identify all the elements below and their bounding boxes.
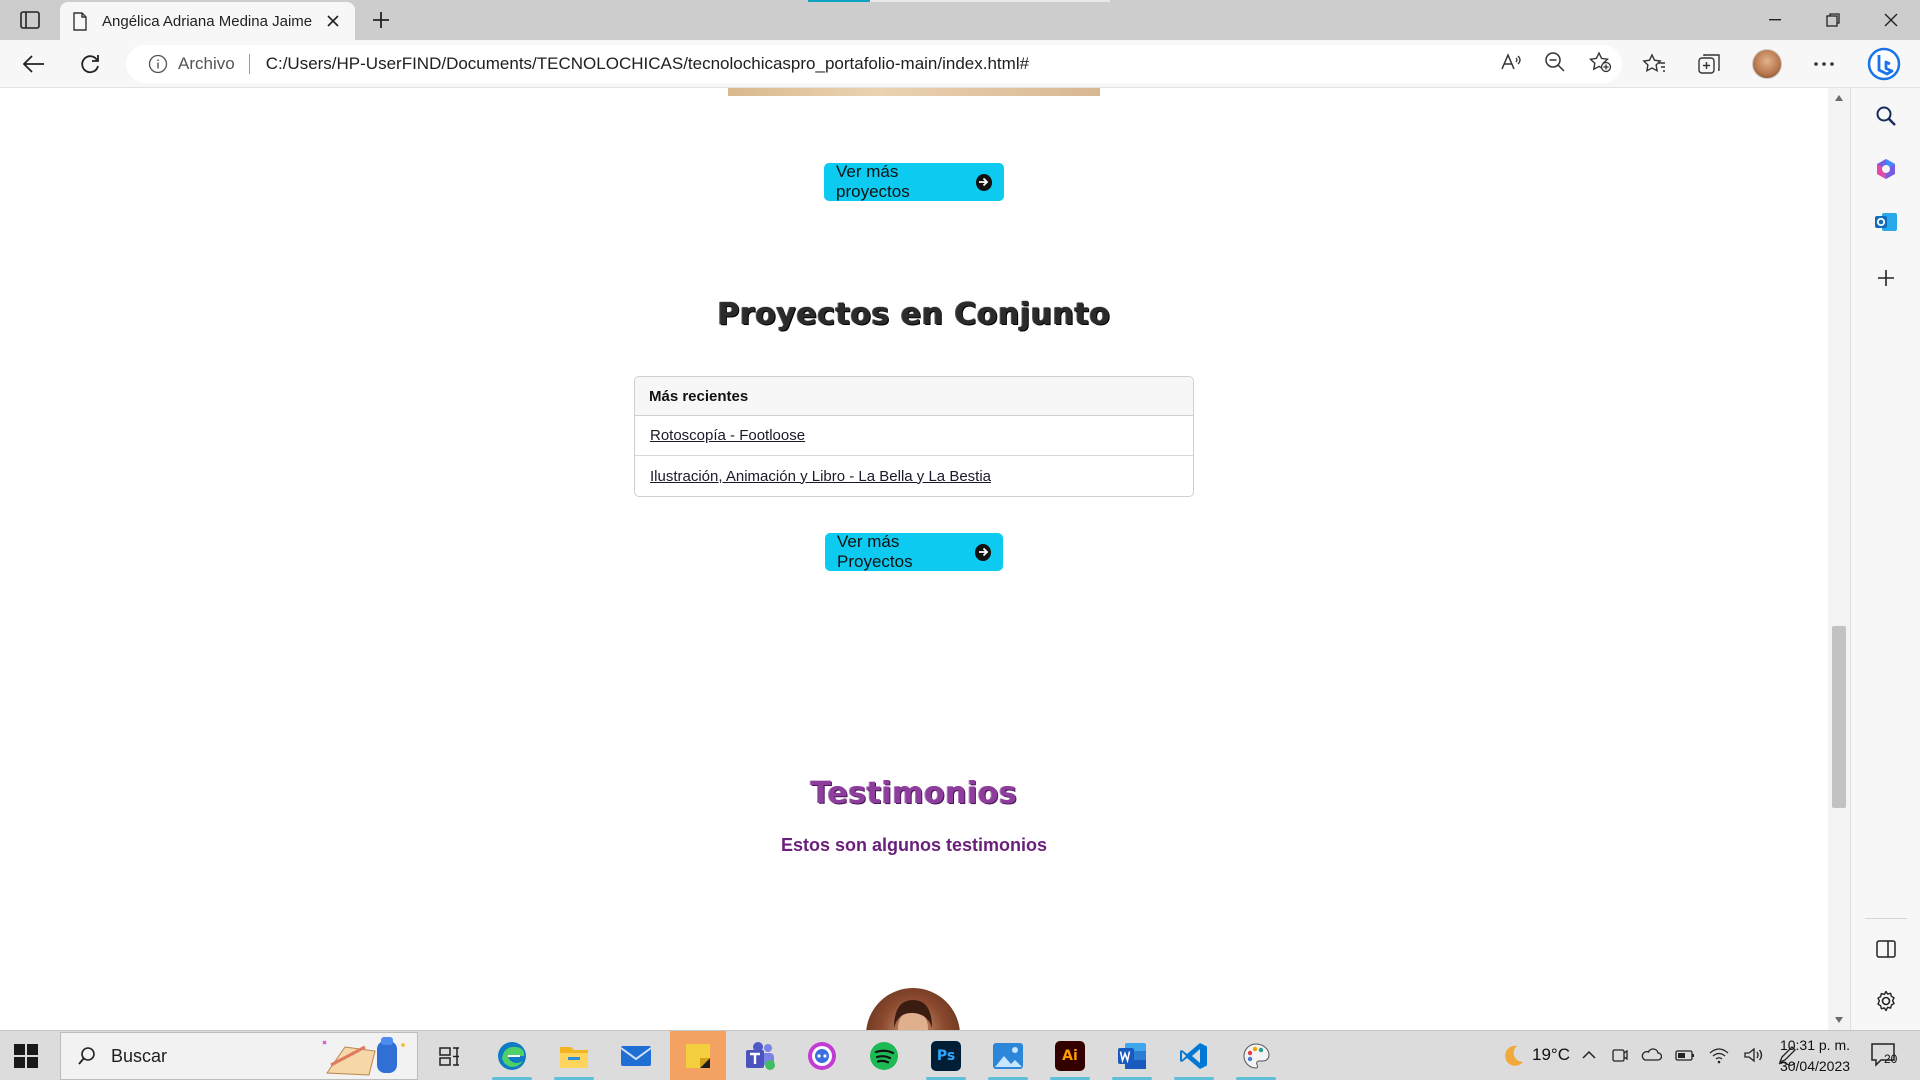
favorites-icon[interactable]: [1640, 50, 1668, 78]
paint-app-icon[interactable]: [1228, 1031, 1284, 1080]
testimonials-subtitle: Estos son algunos testimonios: [780, 835, 1048, 855]
address-bar[interactable]: Archivo C:/Users/HP-UserFIND/Documents/T…: [126, 45, 1622, 83]
search-placeholder: Buscar: [111, 1045, 168, 1066]
add-favorite-icon[interactable]: [1588, 50, 1612, 78]
more-projects-button-2-label: Ver más Proyectos: [837, 532, 913, 571]
page-viewport: Ver más proyectos Proyectos en Conjunto …: [0, 88, 1828, 1030]
sticky-notes-app-icon[interactable]: [670, 1031, 726, 1080]
spotify-app-icon[interactable]: [856, 1031, 912, 1080]
illustrator-app-icon[interactable]: Ai: [1042, 1031, 1098, 1080]
wifi-icon[interactable]: [1708, 1043, 1730, 1072]
close-window-icon[interactable]: [1862, 0, 1920, 40]
scroll-down-arrow-icon[interactable]: [1835, 1017, 1843, 1023]
project-link-bella-bestia[interactable]: Ilustración, Animación y Libro - La Bell…: [650, 468, 991, 485]
mail-app-icon[interactable]: [608, 1031, 664, 1080]
meet-now-icon[interactable]: [1610, 1043, 1628, 1072]
teams-app-icon[interactable]: [732, 1031, 788, 1080]
tab-strip-accent-light: [870, 0, 1110, 2]
list-item: Ilustración, Animación y Libro - La Bell…: [635, 456, 1193, 496]
file-explorer-icon[interactable]: [546, 1031, 602, 1080]
browser-tab[interactable]: Angélica Adriana Medina Jaime |: [60, 2, 355, 40]
tray-icons: [1580, 1043, 1798, 1072]
back-arrow-icon[interactable]: [20, 50, 48, 78]
task-view-icon[interactable]: [422, 1031, 478, 1080]
recent-projects-list: Más recientes Rotoscopía - Footloose Ilu…: [634, 376, 1194, 497]
arrow-circle-right-icon: [975, 173, 992, 191]
edge-sidebar: [1850, 88, 1920, 1030]
list-header: Más recientes: [635, 377, 1193, 416]
read-aloud-icon[interactable]: [1500, 52, 1522, 77]
vscode-app-icon[interactable]: [1166, 1031, 1222, 1080]
photos-app-icon[interactable]: [980, 1031, 1036, 1080]
more-projects-button[interactable]: Ver más proyectos: [824, 162, 1004, 201]
new-tab-icon[interactable]: [368, 7, 394, 33]
windows-taskbar: Buscar Ps Ai 19°C 10:31 p. m. 30/04/2023…: [0, 1030, 1920, 1080]
search-icon: [78, 1047, 95, 1065]
collections-icon[interactable]: [1696, 50, 1724, 78]
onedrive-cloud-icon[interactable]: [1640, 1043, 1663, 1072]
site-label: Archivo: [178, 54, 235, 73]
scroll-up-arrow-icon[interactable]: [1835, 95, 1843, 101]
tab-actions-icon[interactable]: [18, 8, 42, 32]
more-projects-button-label: Ver más proyectos: [836, 162, 910, 201]
address-bar-actions: [1500, 45, 1612, 83]
more-options-icon[interactable]: [1810, 50, 1838, 78]
chat-app-icon[interactable]: [794, 1031, 850, 1080]
split-screen-icon[interactable]: [1872, 935, 1900, 963]
tab-strip: Angélica Adriana Medina Jaime |: [0, 0, 1920, 40]
photoshop-app-icon[interactable]: Ps: [918, 1031, 974, 1080]
word-app-icon[interactable]: [1104, 1031, 1160, 1080]
more-projects-button-2[interactable]: Ver más Proyectos: [825, 532, 1003, 571]
project-link-footloose[interactable]: Rotoscopía - Footloose: [650, 427, 805, 444]
temperature-text[interactable]: 19°C: [1532, 1045, 1570, 1065]
joint-projects-title: Proyectos en Conjunto: [717, 297, 1111, 332]
arrow-circle-right-icon: [975, 543, 991, 561]
volume-icon[interactable]: [1742, 1043, 1764, 1072]
testimonial-avatar: [866, 988, 960, 1030]
notification-count: 20: [1884, 1052, 1898, 1066]
project-image-bottom-edge: [728, 88, 1100, 96]
chevron-up-icon[interactable]: [1580, 1043, 1598, 1072]
browser-toolbar: Archivo C:/Users/HP-UserFIND/Documents/T…: [0, 40, 1920, 88]
close-tab-icon[interactable]: [323, 11, 343, 31]
tab-title: Angélica Adriana Medina Jaime |: [102, 12, 317, 30]
sidebar-add-icon[interactable]: [1872, 264, 1900, 292]
tab-strip-accent: [808, 0, 870, 2]
windows-start-icon[interactable]: [14, 1044, 38, 1068]
restore-icon[interactable]: [1804, 0, 1862, 40]
window-controls: [1746, 0, 1920, 40]
settings-gear-icon[interactable]: [1872, 987, 1900, 1015]
sidebar-divider: [1865, 918, 1907, 919]
battery-icon[interactable]: [1674, 1043, 1696, 1072]
scrollbar-thumb[interactable]: [1832, 626, 1846, 808]
moon-weather-icon[interactable]: [1500, 1043, 1526, 1069]
profile-avatar[interactable]: [1752, 49, 1782, 79]
info-icon[interactable]: [148, 54, 168, 74]
clock-time: 10:31 p. m.: [1779, 1037, 1851, 1053]
document-icon: [73, 11, 87, 31]
sidebar-office-icon[interactable]: [1872, 155, 1900, 183]
sidebar-outlook-icon[interactable]: [1872, 208, 1900, 236]
taskbar-clock[interactable]: 10:31 p. m. 30/04/2023: [1770, 1035, 1860, 1077]
notification-center-icon[interactable]: 20: [1870, 1041, 1904, 1071]
page-scrollbar[interactable]: [1828, 88, 1850, 1030]
clock-date: 30/04/2023: [1779, 1058, 1851, 1074]
sidebar-search-icon[interactable]: [1872, 102, 1900, 130]
reload-icon[interactable]: [76, 50, 104, 78]
search-highlight-art-icon: [322, 1037, 405, 1076]
list-item: Rotoscopía - Footloose: [635, 416, 1193, 456]
edge-app-icon[interactable]: [484, 1031, 540, 1080]
bing-chat-icon[interactable]: [1866, 46, 1902, 82]
minimize-icon[interactable]: [1746, 0, 1804, 40]
zoom-out-icon[interactable]: [1544, 51, 1566, 78]
address-separator: [248, 54, 250, 74]
taskbar-search-box[interactable]: Buscar: [60, 1032, 418, 1080]
testimonials-title: Testimonios: [810, 776, 1018, 811]
url-text[interactable]: C:/Users/HP-UserFIND/Documents/TECNOLOCH…: [266, 54, 1029, 74]
